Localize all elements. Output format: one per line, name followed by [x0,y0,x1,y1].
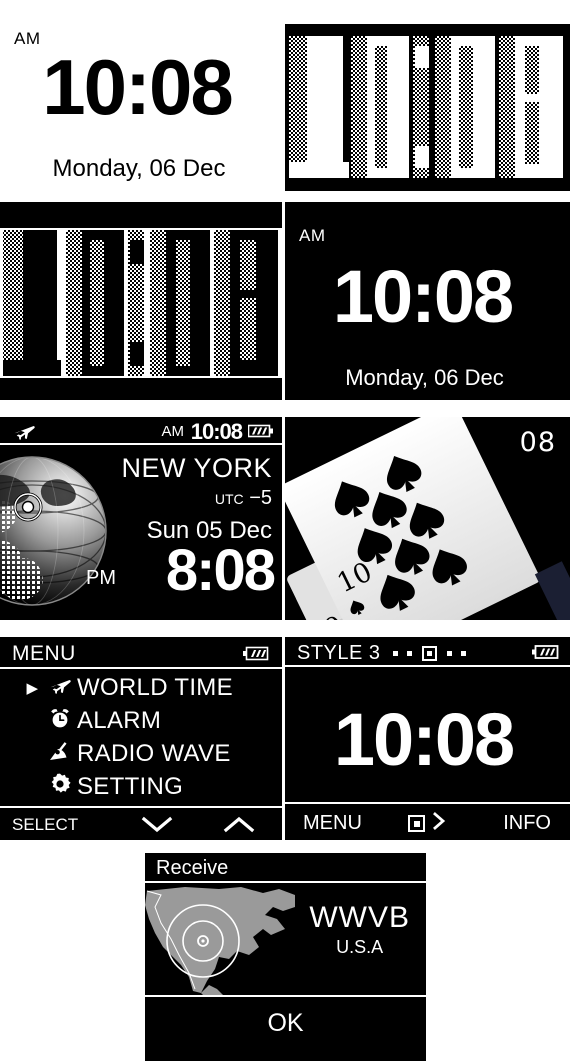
menu-item-radio-wave[interactable]: RADIO WAVE [0,737,282,770]
time-display: 10:08 [0,48,274,126]
style-screen-panel: STYLE 3 10:08 MENU [285,637,570,840]
world-time-display: 8:08 [166,542,274,600]
menu-item-label: RADIO WAVE [77,740,231,768]
chevron-right-icon [432,811,446,836]
pager-dot[interactable] [393,651,398,656]
north-america-map-icon [145,885,297,995]
style-title: STYLE 3 [297,642,381,665]
menu-list: ▶ WORLD TIME ALARM [0,671,282,803]
time-display: 10:08 [285,703,562,777]
style-footer: MENU INFO [285,802,570,840]
center-control[interactable] [408,811,446,836]
card-number: 08 [520,427,556,458]
menu-item-world-time[interactable]: ▶ WORLD TIME [0,671,282,704]
square-dot-icon [408,815,425,832]
station-name: WWVB [309,901,410,935]
pager-dot[interactable] [461,651,466,656]
receive-body: WWVB U.S.A [145,885,426,995]
pager-dot[interactable] [447,651,452,656]
style-header: STYLE 3 [285,637,570,667]
menu-header: MENU [0,637,282,669]
pager-indicator [393,646,466,661]
select-button[interactable]: SELECT [12,815,78,835]
clock-dark-panel: AM 10:08 Monday, 06 Dec [285,202,570,400]
airplane-icon [12,421,36,446]
alarm-clock-icon [43,707,77,734]
station-info: WWVB U.S.A [309,901,410,958]
satellite-dish-icon [43,739,77,768]
world-time-panel: AM 10:08 [0,417,282,620]
world-ampm: PM [86,567,116,590]
menu-panel: MENU ▶ WORLD TIME [0,637,282,840]
status-time: 10:08 [191,419,242,445]
utc-offset: UTC −5 [215,487,272,510]
clock-white-panel: AM 10:08 Monday, 06 Dec [0,0,282,198]
airplane-icon [43,675,77,700]
utc-label: UTC [215,491,244,507]
menu-title: MENU [12,642,76,666]
ampm-indicator: AM [299,226,326,246]
gear-icon [43,772,77,801]
menu-footer: SELECT [0,806,282,840]
battery-icon [248,424,274,443]
pager-dot[interactable] [407,651,412,656]
receive-header: Receive [145,853,426,883]
menu-item-alarm[interactable]: ALARM [0,704,282,737]
chevron-up-icon[interactable] [222,812,256,840]
menu-item-label: ALARM [77,707,161,735]
menu-button[interactable]: MENU [303,812,362,835]
menu-item-label: WORLD TIME [77,674,233,702]
info-button[interactable]: INFO [503,812,551,835]
battery-icon [531,644,561,665]
lcd-digits-dark [285,24,570,191]
date-display: Monday, 06 Dec [285,365,564,391]
cards-panel: 10 9 8 08 [285,417,570,620]
time-display: 10:08 [285,260,560,334]
city-name: NEW YORK [121,453,272,484]
status-ampm: AM [162,423,185,440]
ok-button[interactable]: OK [145,1009,426,1038]
lcd-segment-panel-light [0,202,282,400]
battery-icon [242,646,272,666]
menu-item-label: SETTING [77,773,183,801]
selection-cursor-icon: ▶ [0,679,43,697]
pager-dot-active[interactable] [422,646,437,661]
receive-title: Receive [156,857,228,880]
receive-panel: Receive WWVB U.S.A [145,853,426,1061]
station-country: U.S.A [309,937,410,958]
lcd-digits-light [0,202,282,400]
status-bar: AM 10:08 [0,417,282,445]
lcd-segment-panel-dark [285,24,570,191]
ampm-indicator: AM [14,29,41,49]
chevron-down-icon[interactable] [140,812,174,840]
menu-item-setting[interactable]: SETTING [0,770,282,803]
date-display: Monday, 06 Dec [0,155,278,183]
utc-value: −5 [249,487,272,509]
receive-footer: OK [145,995,426,1061]
